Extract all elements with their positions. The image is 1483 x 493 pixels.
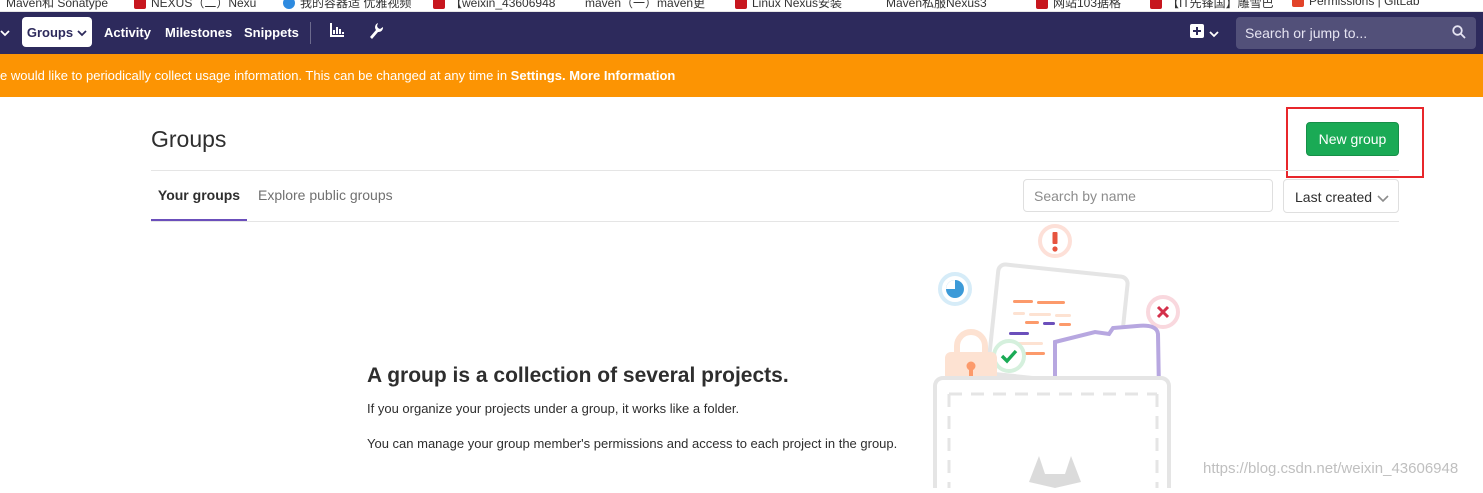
csdn-icon bbox=[134, 0, 146, 9]
empty-state-text: You can manage your group member's permi… bbox=[367, 436, 898, 451]
chart-icon[interactable] bbox=[329, 22, 345, 43]
close-icon bbox=[1146, 295, 1180, 329]
chevron-down-icon bbox=[77, 25, 87, 40]
new-item-dropdown[interactable] bbox=[1190, 24, 1219, 43]
groups-empty-illustration bbox=[925, 224, 1185, 493]
csdn-icon bbox=[1150, 0, 1162, 9]
site-icon bbox=[1036, 0, 1048, 9]
plus-square-icon bbox=[1190, 24, 1204, 43]
empty-state-text: If you organize your projects under a gr… bbox=[367, 401, 740, 416]
globe-icon bbox=[283, 0, 295, 9]
chevron-down-icon bbox=[1209, 25, 1219, 43]
tab-your-groups[interactable]: Your groups bbox=[151, 187, 247, 203]
bookmark-item[interactable]: maven（一）maven更 bbox=[585, 0, 705, 11]
bookmark-item[interactable]: Linux Nexus安装 bbox=[735, 0, 842, 11]
chevron-down-icon[interactable] bbox=[0, 26, 10, 40]
clock-icon bbox=[938, 272, 972, 306]
bookmark-item[interactable]: NEXUS（二）Nexu bbox=[134, 0, 256, 11]
usage-ping-banner: e would like to periodically collect usa… bbox=[0, 54, 1483, 97]
nav-snippets-link[interactable]: Snippets bbox=[244, 25, 299, 40]
box-outline bbox=[933, 376, 1171, 493]
chevron-down-icon bbox=[1377, 190, 1389, 206]
bookmark-item[interactable]: 【weixin_43606948 bbox=[433, 0, 555, 11]
filter-by-name-input[interactable]: Search by name bbox=[1023, 179, 1273, 212]
check-icon bbox=[992, 339, 1026, 373]
bookmark-item[interactable]: Permissions | GitLab bbox=[1292, 0, 1420, 8]
bookmarks-bar: Maven和 Sonatype NEXUS（二）Nexu 我的容器适 优雅视频 … bbox=[0, 0, 1483, 12]
bookmark-item[interactable]: 网站103据格 bbox=[1036, 0, 1121, 11]
global-search-input[interactable]: Search or jump to... bbox=[1236, 17, 1476, 49]
settings-link[interactable]: Settings. bbox=[511, 68, 566, 83]
watermark: https://blog.csdn.net/weixin_43606948 bbox=[1203, 460, 1459, 477]
nav-milestones-link[interactable]: Milestones bbox=[165, 25, 232, 40]
csdn-icon bbox=[433, 0, 445, 9]
tabs-divider bbox=[151, 221, 1399, 222]
csdn-icon bbox=[735, 0, 747, 9]
groups-dropdown-button[interactable]: Groups bbox=[22, 17, 92, 47]
nav-activity-link[interactable]: Activity bbox=[104, 25, 151, 40]
sort-dropdown[interactable]: Last created bbox=[1283, 179, 1399, 213]
exclamation-icon bbox=[1038, 224, 1072, 258]
page-title: Groups bbox=[151, 126, 227, 152]
wrench-icon[interactable] bbox=[368, 22, 384, 45]
top-navbar: Groups Activity Milestones Snippets Sear… bbox=[0, 12, 1483, 54]
bookmark-item[interactable]: Maven和 Sonatype bbox=[6, 0, 108, 11]
bookmark-item[interactable]: Maven私服Nexus3 bbox=[886, 0, 987, 11]
nav-divider bbox=[310, 22, 311, 44]
gitlab-icon bbox=[1292, 0, 1304, 7]
empty-state-title: A group is a collection of several proje… bbox=[367, 364, 789, 387]
bookmark-item[interactable]: 【IT先锋国】雕雪巴 bbox=[1150, 0, 1274, 11]
bookmark-item[interactable]: 我的容器适 优雅视频 bbox=[283, 0, 411, 11]
more-information-link[interactable]: More Information bbox=[569, 68, 675, 83]
highlight-annotation-box bbox=[1286, 107, 1424, 178]
search-icon bbox=[1452, 25, 1466, 42]
title-divider bbox=[151, 170, 1399, 171]
tab-explore-public-groups[interactable]: Explore public groups bbox=[258, 187, 393, 203]
